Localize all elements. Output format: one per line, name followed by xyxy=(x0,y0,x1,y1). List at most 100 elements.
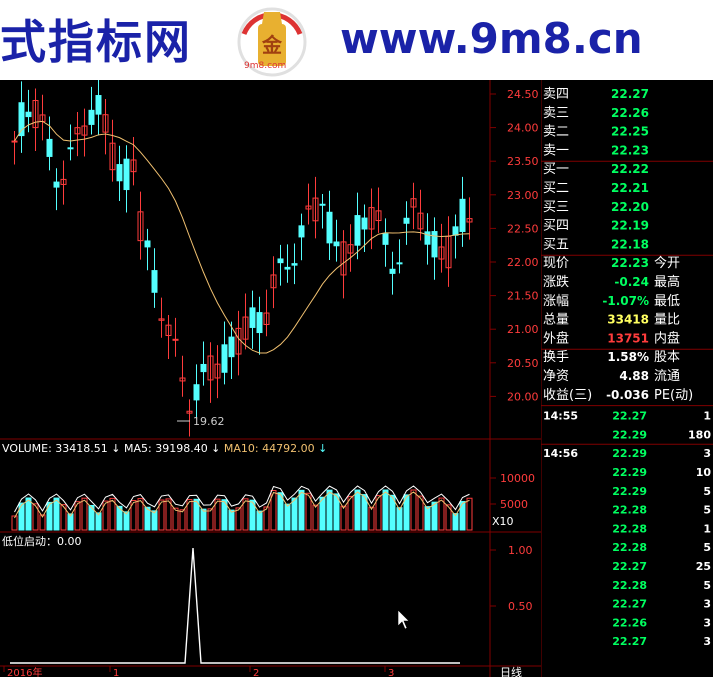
stat-row-label2: 量比 xyxy=(654,313,680,328)
date-tick-label: 3 xyxy=(388,668,394,677)
stat2-row-label: 净资 xyxy=(543,369,569,384)
volume-bar xyxy=(340,505,347,531)
volume-bar xyxy=(123,511,130,531)
candle-body xyxy=(67,147,74,150)
buy-row-value: 22.21 xyxy=(611,181,649,195)
price-tick-label: 20.50 xyxy=(507,357,539,370)
tick-volume: 3 xyxy=(703,447,711,460)
tick-volume: 3 xyxy=(703,635,711,648)
tick-volume: 5 xyxy=(703,485,711,498)
stat-row-label: 涨幅 xyxy=(543,294,569,309)
volume-unit-label: X10 xyxy=(492,515,514,528)
buy-row-label: 买四 xyxy=(543,219,569,234)
volume-bar xyxy=(18,502,25,531)
timeframe-label[interactable]: 日线 xyxy=(500,665,522,677)
buy-row-label: 买一 xyxy=(543,162,569,177)
volume-tick-label: 10000 xyxy=(500,472,535,485)
volume-axis: 10000 5000 xyxy=(490,472,535,511)
sell-row-value: 22.23 xyxy=(611,143,649,157)
tick-price: 22.29 xyxy=(612,485,647,498)
candle-body xyxy=(389,268,396,274)
buy-row-value: 22.19 xyxy=(611,219,649,233)
volume-bar xyxy=(200,508,207,531)
volume-bar xyxy=(172,507,179,531)
stat-row-label2: 内盘 xyxy=(654,330,680,346)
candle-body xyxy=(424,231,431,245)
price-tick-label: 24.50 xyxy=(507,88,539,101)
buy-row-label: 买二 xyxy=(543,181,569,196)
site-logo-icon: 金 9m8.com xyxy=(237,7,307,77)
stat-row-value: 13751 xyxy=(607,331,649,345)
price-tick-label: 24.00 xyxy=(507,122,539,135)
sell-row-label: 卖三 xyxy=(543,106,569,121)
volume-tick-label: 5000 xyxy=(500,498,528,511)
volume-bar xyxy=(207,508,214,531)
volume-bar xyxy=(410,489,417,531)
candle-body xyxy=(396,262,403,265)
volume-bar xyxy=(438,497,445,531)
candle-body xyxy=(459,198,466,232)
price-tick-label: 23.50 xyxy=(507,155,539,168)
volume-bar xyxy=(424,506,431,531)
stat-row-label2: 最高 xyxy=(654,274,680,290)
tick-volume: 25 xyxy=(696,560,711,573)
indicator-axis: 1.00 0.50 xyxy=(490,544,533,613)
candle-body xyxy=(319,203,326,206)
tick-price: 22.28 xyxy=(612,522,647,535)
candle-body xyxy=(452,226,459,236)
tick-volume: 10 xyxy=(696,466,712,479)
stat2-row-label: 换手 xyxy=(543,350,569,365)
candle-body xyxy=(291,263,298,266)
stat2-row-label2: 股本 xyxy=(654,350,680,365)
volume-bar xyxy=(291,497,298,531)
volume-bar xyxy=(228,509,235,531)
candle-body xyxy=(95,95,102,115)
date-axis: 2016年 1 2 3 xyxy=(3,666,394,677)
candle-body xyxy=(200,363,207,373)
tick-volume: 5 xyxy=(703,579,711,592)
sell-row-value: 22.25 xyxy=(611,125,649,139)
candle-body xyxy=(116,164,123,182)
candle-body xyxy=(326,211,333,244)
candle-body xyxy=(25,111,32,118)
price-tick-label: 21.00 xyxy=(507,323,539,336)
stat-row-label: 现价 xyxy=(543,256,569,271)
volume-bar xyxy=(11,515,18,531)
indicator-tick-label: 0.50 xyxy=(508,600,533,613)
tick-price: 22.28 xyxy=(612,504,647,517)
stat-row-label: 总量 xyxy=(543,313,569,328)
tick-volume: 1 xyxy=(703,410,711,423)
stat2-row-label: 收益(三) xyxy=(543,388,592,403)
candle-body xyxy=(11,140,18,143)
stat2-row-value: 1.58% xyxy=(607,350,649,364)
tick-price: 22.28 xyxy=(612,579,647,592)
low-price-label: 19.62 xyxy=(193,415,225,428)
candle-body xyxy=(298,225,305,238)
volume-bar xyxy=(298,489,305,531)
tick-volume: 3 xyxy=(703,616,711,629)
candle-body xyxy=(123,158,130,191)
date-tick-label: 1 xyxy=(113,668,119,677)
stat2-row-value: 4.88 xyxy=(619,369,649,383)
tick-price: 22.29 xyxy=(612,447,647,460)
tick-price: 22.26 xyxy=(612,616,647,629)
volume-bar xyxy=(81,497,88,531)
kline-chart[interactable]: 24.5024.0023.5023.0022.5022.0021.5021.00… xyxy=(0,80,541,677)
banner-left-text: 式指标网 xyxy=(0,15,192,69)
candle-body xyxy=(172,338,179,341)
indicator-line xyxy=(10,547,460,664)
candle-body xyxy=(256,312,263,334)
volume-bar xyxy=(382,489,389,531)
volume-header: VOLUME: 33418.51 ↓ MA5: 39198.40 ↓ MA10:… xyxy=(2,442,327,455)
volume-bar xyxy=(326,489,333,531)
tick-volume: 1 xyxy=(703,522,711,535)
tick-price: 22.27 xyxy=(612,598,647,611)
tick-price: 22.27 xyxy=(612,635,647,648)
tick-volume: 180 xyxy=(688,428,711,441)
tick-volume: 3 xyxy=(703,598,711,611)
candle-body xyxy=(333,241,340,247)
candle-body xyxy=(221,344,228,373)
tick-price: 22.29 xyxy=(612,428,647,441)
stat-row-value: -0.24 xyxy=(614,275,649,289)
volume-bars-group xyxy=(11,485,473,531)
